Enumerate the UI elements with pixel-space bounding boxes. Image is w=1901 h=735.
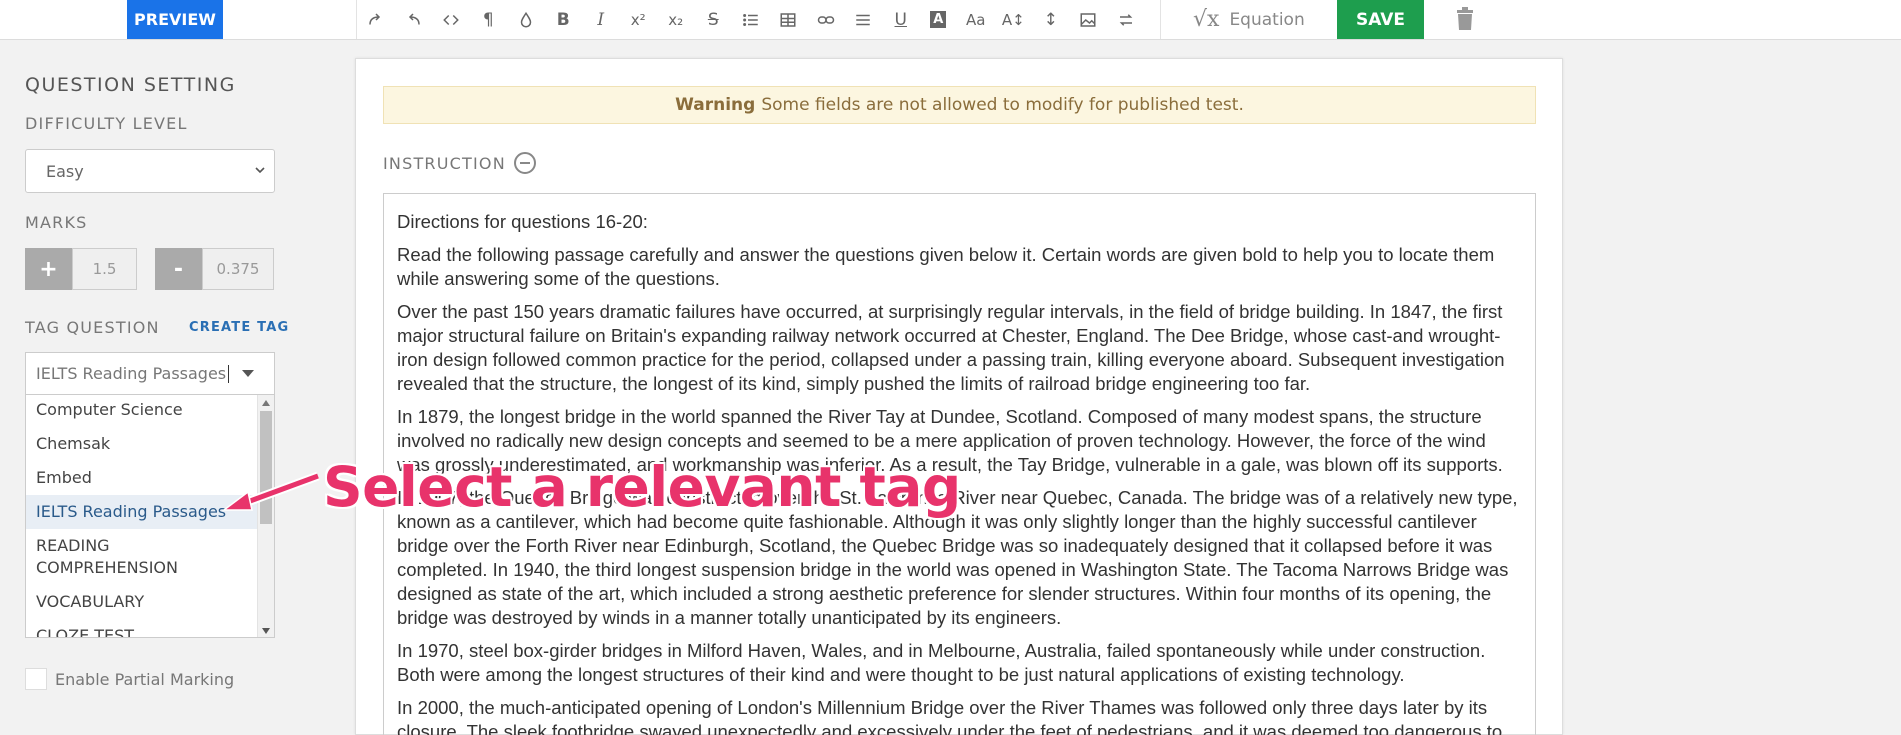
image-icon[interactable]	[1070, 0, 1108, 39]
negative-marks-button[interactable]: -	[155, 248, 202, 290]
warning-title: Warning	[675, 95, 756, 115]
negative-marks-input[interactable]: 0.375	[202, 248, 274, 290]
equation-label: Equation	[1229, 9, 1305, 30]
tag-question-label: TAG QUESTION	[25, 318, 160, 337]
marks-label: MARKS	[25, 213, 88, 232]
instruction-paragraph: Directions for questions 16-20:	[397, 211, 648, 232]
font-size-icon[interactable]: Aa	[957, 0, 995, 39]
tag-option[interactable]: CLOZE TEST	[26, 619, 274, 637]
instruction-label: INSTRUCTION	[383, 153, 506, 173]
positive-marks-button[interactable]: +	[25, 248, 72, 290]
tag-dropdown-list: Computer Science Chemsak Embed IELTS Rea…	[25, 394, 275, 638]
table-icon[interactable]	[770, 0, 808, 39]
trash-icon[interactable]	[1454, 7, 1476, 31]
editor-toolbar: PREVIEW ¶ B I x² x₂ S U A Aa A↕ ↕ √x Equ…	[0, 0, 1901, 40]
strikethrough-icon[interactable]: S	[695, 0, 733, 39]
code-icon[interactable]	[432, 0, 470, 39]
bold-icon[interactable]: B	[545, 0, 583, 39]
instruction-paragraph: Read the following passage carefully and…	[397, 244, 1495, 289]
preview-button[interactable]: PREVIEW	[127, 0, 223, 39]
instruction-paragraph: In 2000, the much-anticipated opening of…	[397, 697, 1503, 735]
line-height-icon[interactable]: A↕	[995, 0, 1033, 39]
underline-icon[interactable]: U	[882, 0, 920, 39]
difficulty-select[interactable]: Easy	[25, 149, 275, 193]
redo-icon[interactable]	[357, 0, 395, 39]
subscript-icon[interactable]: x₂	[657, 0, 695, 39]
italic-icon[interactable]: I	[582, 0, 620, 39]
warning-message: Some fields are not allowed to modify fo…	[761, 95, 1244, 115]
create-tag-link[interactable]: CREATE TAG	[189, 320, 289, 335]
swap-icon[interactable]	[1107, 0, 1145, 39]
warning-banner: Warning Some fields are not allowed to m…	[383, 86, 1536, 124]
instruction-header: INSTRUCTION	[383, 152, 536, 174]
align-icon[interactable]	[845, 0, 883, 39]
tag-option[interactable]: VOCABULARY	[26, 585, 274, 619]
annotation-callout: Select a relevant tag	[323, 455, 961, 519]
tag-input-value: IELTS Reading Passages	[36, 364, 227, 383]
tag-option[interactable]: Chemsak	[26, 427, 274, 461]
scroll-down-arrow-icon[interactable]	[262, 628, 270, 634]
partial-marking-label: Enable Partial Marking	[55, 669, 235, 689]
vertical-align-icon[interactable]: ↕	[1032, 0, 1070, 39]
save-button[interactable]: SAVE	[1337, 0, 1424, 39]
tag-search-input[interactable]: IELTS Reading Passages	[25, 352, 275, 394]
tag-option[interactable]: READING COMPREHENSION	[26, 529, 241, 585]
partial-marking-checkbox[interactable]	[25, 668, 47, 690]
instruction-paragraph: In 1970, steel box-girder bridges in Mil…	[397, 640, 1486, 685]
undo-icon[interactable]	[395, 0, 433, 39]
difficulty-label: DIFFICULTY LEVEL	[25, 114, 188, 133]
caret-down-icon[interactable]	[242, 370, 254, 377]
question-editor-panel: Warning Some fields are not allowed to m…	[355, 58, 1563, 735]
collapse-minus-icon[interactable]	[513, 152, 536, 174]
chevron-down-icon	[255, 167, 265, 174]
scroll-up-arrow-icon[interactable]	[262, 400, 270, 406]
partial-marking-option[interactable]: Enable Partial Marking	[25, 668, 234, 690]
tag-option[interactable]: Computer Science	[26, 395, 274, 427]
positive-marks-input[interactable]: 1.5	[72, 248, 137, 290]
superscript-icon[interactable]: x²	[620, 0, 658, 39]
square-root-icon: √x	[1193, 7, 1220, 32]
formatting-tools: ¶ B I x² x₂ S U A Aa A↕ ↕	[356, 0, 1145, 39]
equation-button[interactable]: √x Equation	[1160, 0, 1350, 39]
paragraph-icon[interactable]: ¶	[470, 0, 508, 39]
color-drop-icon[interactable]	[507, 0, 545, 39]
instruction-paragraph: Over the past 150 years dramatic failure…	[397, 301, 1505, 394]
text-cursor	[228, 364, 230, 383]
difficulty-value: Easy	[46, 161, 84, 181]
link-icon[interactable]	[807, 0, 845, 39]
text-color-icon[interactable]: A	[920, 0, 958, 39]
question-setting-title: QUESTION SETTING	[25, 74, 236, 96]
dropdown-scrollbar[interactable]	[257, 395, 274, 637]
annotation-arrow-icon	[221, 471, 320, 511]
bullet-list-icon[interactable]	[732, 0, 770, 39]
